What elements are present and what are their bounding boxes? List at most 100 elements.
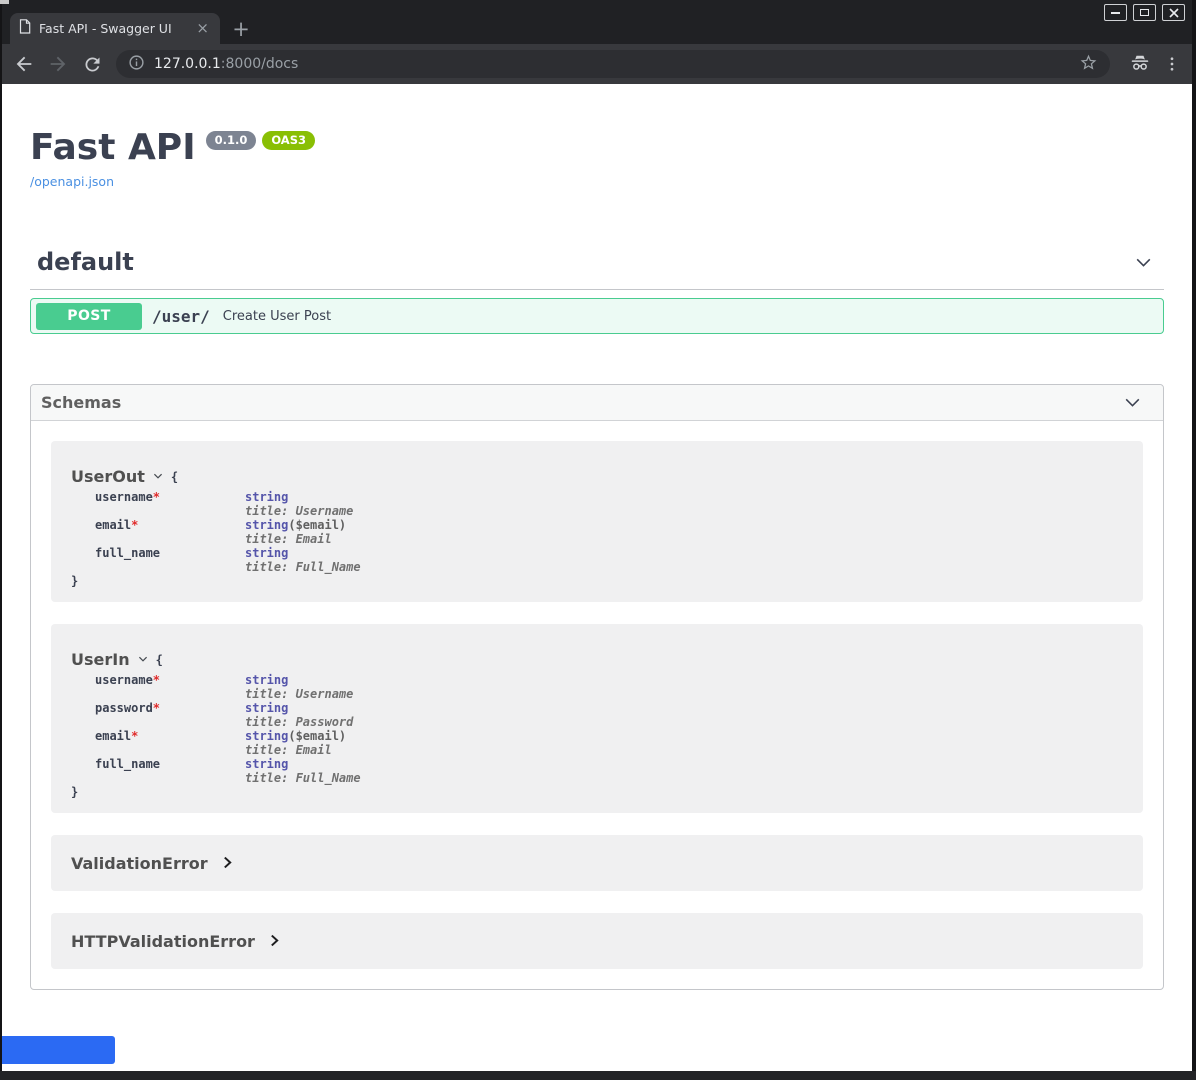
window-minimize-button[interactable] xyxy=(1104,4,1127,21)
property-type: string xyxy=(245,701,288,715)
bookmark-star-icon[interactable] xyxy=(1079,53,1098,76)
chevron-down-icon xyxy=(137,650,149,670)
model-userout: UserOut { username* stringtitle: Usernam… xyxy=(51,441,1143,602)
model-title: UserIn xyxy=(71,650,130,670)
property-row: full_name stringtitle: Full_Name xyxy=(95,757,361,785)
property-row: username* stringtitle: Username xyxy=(95,673,361,701)
schemas-header[interactable]: Schemas xyxy=(31,385,1163,421)
model-title: HTTPValidationError xyxy=(71,932,255,951)
chevron-down-icon xyxy=(152,467,164,487)
property-name: username xyxy=(95,673,153,687)
url-text[interactable]: 127.0.0.1:8000/docs xyxy=(154,56,298,72)
property-row: password* stringtitle: Password xyxy=(95,701,361,729)
tab-title: Fast API - Swagger UI xyxy=(39,21,186,36)
tag-header[interactable]: default xyxy=(30,247,1164,290)
property-row: email* string($email)title: Email xyxy=(95,729,361,757)
chevron-down-icon[interactable] xyxy=(1133,252,1154,273)
close-icon xyxy=(1169,8,1179,18)
property-name: username xyxy=(95,490,153,504)
status-bubble xyxy=(2,1036,115,1064)
property-title: title: Email xyxy=(245,743,361,757)
operation-summary: Create User Post xyxy=(223,309,331,324)
property-title: title: Username xyxy=(245,687,361,701)
property-name: email xyxy=(95,729,131,743)
property-title: title: Full_Name xyxy=(245,560,361,574)
property-type: string xyxy=(245,490,288,504)
property-type: string xyxy=(245,673,288,687)
property-row: username* stringtitle: Username xyxy=(95,490,361,518)
window-border-right xyxy=(1192,0,1196,1080)
window-maximize-button[interactable] xyxy=(1133,4,1156,21)
browser-menu-button[interactable] xyxy=(1160,52,1184,76)
model-title: UserOut xyxy=(71,467,145,487)
property-name: password xyxy=(95,701,153,715)
site-info-icon[interactable] xyxy=(128,54,145,75)
model-properties: username* stringtitle: Username password… xyxy=(95,673,361,785)
window-close-button[interactable] xyxy=(1162,4,1185,21)
schemas-section: Schemas UserOut { xyxy=(30,384,1164,990)
browser-tab[interactable]: Fast API - Swagger UI × xyxy=(10,13,220,44)
window-corner-artifact xyxy=(0,0,9,4)
schemas-body: UserOut { username* stringtitle: Usernam… xyxy=(31,421,1163,989)
window-border-left xyxy=(0,0,2,1080)
badges: 0.1.0 OAS3 xyxy=(206,131,315,150)
chevron-right-icon xyxy=(270,932,279,951)
tag-name: default xyxy=(37,247,134,277)
property-type: string xyxy=(245,546,288,560)
schemas-heading: Schemas xyxy=(41,393,121,412)
openapi-spec-link[interactable]: /openapi.json xyxy=(30,174,114,189)
open-brace: { xyxy=(156,650,163,670)
version-badge: 0.1.0 xyxy=(206,131,257,150)
property-title: title: Password xyxy=(245,715,361,729)
chevron-down-icon[interactable] xyxy=(1122,392,1143,413)
property-title: title: Full_Name xyxy=(245,771,361,785)
forward-button[interactable] xyxy=(46,52,70,76)
model-validationerror[interactable]: ValidationError xyxy=(51,835,1143,891)
tab-close-icon[interactable]: × xyxy=(194,21,211,36)
browser-toolbar: 127.0.0.1:8000/docs xyxy=(0,44,1196,84)
property-format: ($email) xyxy=(288,518,346,532)
incognito-icon xyxy=(1128,52,1152,76)
window-border-bottom xyxy=(0,1071,1196,1080)
new-tab-button[interactable]: + xyxy=(228,13,254,44)
model-title: ValidationError xyxy=(71,854,208,873)
required-star: * xyxy=(131,518,138,532)
property-name: email xyxy=(95,518,131,532)
close-brace: } xyxy=(71,785,1123,799)
url-host: 127.0.0.1 xyxy=(154,56,221,72)
required-star: * xyxy=(131,729,138,743)
model-userin-toggle[interactable]: UserIn { xyxy=(71,650,1123,670)
back-button[interactable] xyxy=(12,52,36,76)
operation-post-user[interactable]: POST /user/ Create User Post xyxy=(30,298,1164,334)
swagger-page: Fast API 0.1.0 OAS3 /openapi.json defaul… xyxy=(2,84,1192,1071)
maximize-icon xyxy=(1140,9,1149,16)
required-star: * xyxy=(153,673,160,687)
property-type: string xyxy=(245,518,288,532)
oas3-badge: OAS3 xyxy=(262,131,315,150)
api-title: Fast API xyxy=(30,128,196,168)
property-name: full_name xyxy=(95,757,160,771)
required-star: * xyxy=(153,701,160,715)
property-type: string xyxy=(245,757,288,771)
chevron-right-icon xyxy=(223,854,232,873)
url-path: :8000/docs xyxy=(221,56,299,72)
minimize-icon xyxy=(1111,12,1120,14)
address-bar[interactable]: 127.0.0.1:8000/docs xyxy=(116,50,1110,78)
operation-path: /user/ xyxy=(152,307,210,326)
model-userout-toggle[interactable]: UserOut { xyxy=(71,467,1123,487)
close-brace: } xyxy=(71,574,1123,588)
model-httpvalidationerror[interactable]: HTTPValidationError xyxy=(51,913,1143,969)
method-badge: POST xyxy=(36,303,142,330)
api-info-block: Fast API 0.1.0 OAS3 /openapi.json xyxy=(30,84,1164,190)
property-name: full_name xyxy=(95,546,160,560)
window-controls xyxy=(1104,4,1185,21)
page-file-icon xyxy=(19,19,31,38)
property-row: email* string($email)title: Email xyxy=(95,518,361,546)
property-format: ($email) xyxy=(288,729,346,743)
property-row: full_name stringtitle: Full_Name xyxy=(95,546,361,574)
reload-button[interactable] xyxy=(80,52,104,76)
property-title: title: Email xyxy=(245,532,361,546)
property-title: title: Username xyxy=(245,504,361,518)
required-star: * xyxy=(153,490,160,504)
property-type: string xyxy=(245,729,288,743)
